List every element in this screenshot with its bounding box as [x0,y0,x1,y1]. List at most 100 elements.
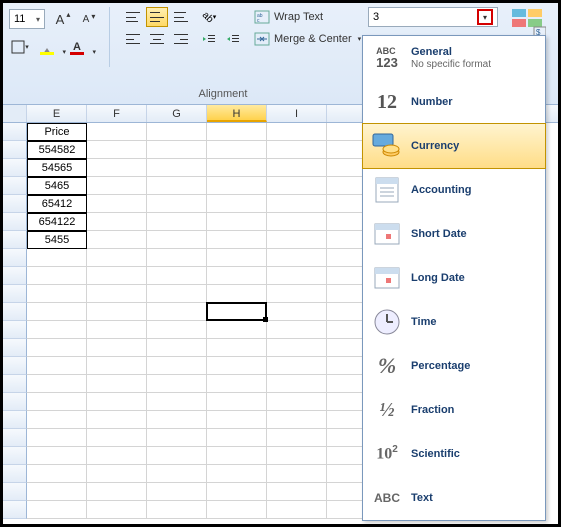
format-option-short-date[interactable]: Short Date [363,212,545,256]
row-header[interactable] [3,321,27,339]
cell[interactable] [207,483,267,501]
cell[interactable] [207,213,267,231]
cell[interactable] [87,429,147,447]
grow-font-button[interactable]: A▴ [49,9,71,29]
row-header[interactable] [3,501,27,519]
cell[interactable] [267,501,327,519]
cell[interactable] [147,249,207,267]
cell[interactable] [207,177,267,195]
row-header[interactable] [3,483,27,501]
cell[interactable] [27,465,87,483]
cell[interactable] [87,447,147,465]
cell[interactable] [27,249,87,267]
cell[interactable] [27,303,87,321]
cell[interactable] [267,141,327,159]
row-header[interactable] [3,357,27,375]
cell[interactable] [267,195,327,213]
row-header[interactable] [3,123,27,141]
cell[interactable] [267,339,327,357]
align-bottom-button[interactable] [170,7,192,27]
cell[interactable] [87,465,147,483]
cell[interactable] [147,213,207,231]
format-option-fraction[interactable]: ½Fraction [363,388,545,432]
cell[interactable]: 654122 [27,213,87,231]
cell[interactable] [267,429,327,447]
cell[interactable] [207,447,267,465]
cell[interactable]: Price [27,123,87,141]
cell[interactable] [267,321,327,339]
row-header[interactable] [3,375,27,393]
cell[interactable] [207,249,267,267]
cell[interactable] [207,195,267,213]
cell[interactable] [207,357,267,375]
cell[interactable] [87,357,147,375]
cell[interactable] [207,501,267,519]
cell[interactable] [267,231,327,249]
cell[interactable] [147,429,207,447]
cell[interactable] [207,393,267,411]
cell[interactable] [207,411,267,429]
cell[interactable] [27,357,87,375]
cell[interactable] [207,267,267,285]
cell[interactable] [87,321,147,339]
cell[interactable] [27,411,87,429]
align-left-button[interactable] [122,29,144,49]
cell[interactable] [87,195,147,213]
cell[interactable] [147,465,207,483]
cell[interactable] [267,249,327,267]
number-format-dropdown-arrow[interactable]: ▾ [477,9,493,25]
row-header[interactable] [3,195,27,213]
cell[interactable] [87,159,147,177]
cell[interactable] [207,285,267,303]
cell[interactable] [27,285,87,303]
cell[interactable] [147,483,207,501]
cell[interactable] [147,393,207,411]
cell[interactable] [87,339,147,357]
cell[interactable] [87,249,147,267]
cell[interactable] [87,501,147,519]
cell[interactable] [267,177,327,195]
cell[interactable] [147,267,207,285]
format-option-currency[interactable]: Currency [362,123,546,169]
row-header[interactable] [3,177,27,195]
row-header[interactable] [3,447,27,465]
row-header[interactable] [3,339,27,357]
cell[interactable] [27,429,87,447]
cell[interactable] [267,375,327,393]
font-color-button[interactable]: A▾ [63,37,91,57]
cell[interactable] [207,231,267,249]
row-header[interactable] [3,249,27,267]
cell[interactable] [207,123,267,141]
format-option-time[interactable]: Time [363,300,545,344]
number-format-selector[interactable]: 3 ▾ [368,7,498,27]
font-size-selector[interactable]: 11 [9,9,45,29]
row-header[interactable] [3,303,27,321]
row-header[interactable] [3,285,27,303]
cell[interactable] [147,141,207,159]
cell[interactable] [267,465,327,483]
row-header[interactable] [3,159,27,177]
cell[interactable]: 554582 [27,141,87,159]
row-header[interactable] [3,267,27,285]
column-header-I[interactable]: I [267,105,327,122]
align-right-button[interactable] [170,29,192,49]
cell[interactable] [147,375,207,393]
cell[interactable] [147,321,207,339]
orientation-button[interactable]: ab▾ [198,7,220,27]
cell[interactable] [87,123,147,141]
format-option-percentage[interactable]: %Percentage [363,344,545,388]
cell[interactable] [87,411,147,429]
border-button[interactable]: ▾ [9,37,31,57]
cell[interactable] [147,357,207,375]
align-center-button[interactable] [146,29,168,49]
cell[interactable] [87,141,147,159]
align-middle-button[interactable] [146,7,168,27]
row-header[interactable] [3,213,27,231]
cell[interactable] [207,429,267,447]
row-header[interactable] [3,141,27,159]
cell[interactable] [267,285,327,303]
cell[interactable] [147,177,207,195]
row-header[interactable] [3,393,27,411]
cell[interactable] [147,195,207,213]
cell[interactable] [87,303,147,321]
